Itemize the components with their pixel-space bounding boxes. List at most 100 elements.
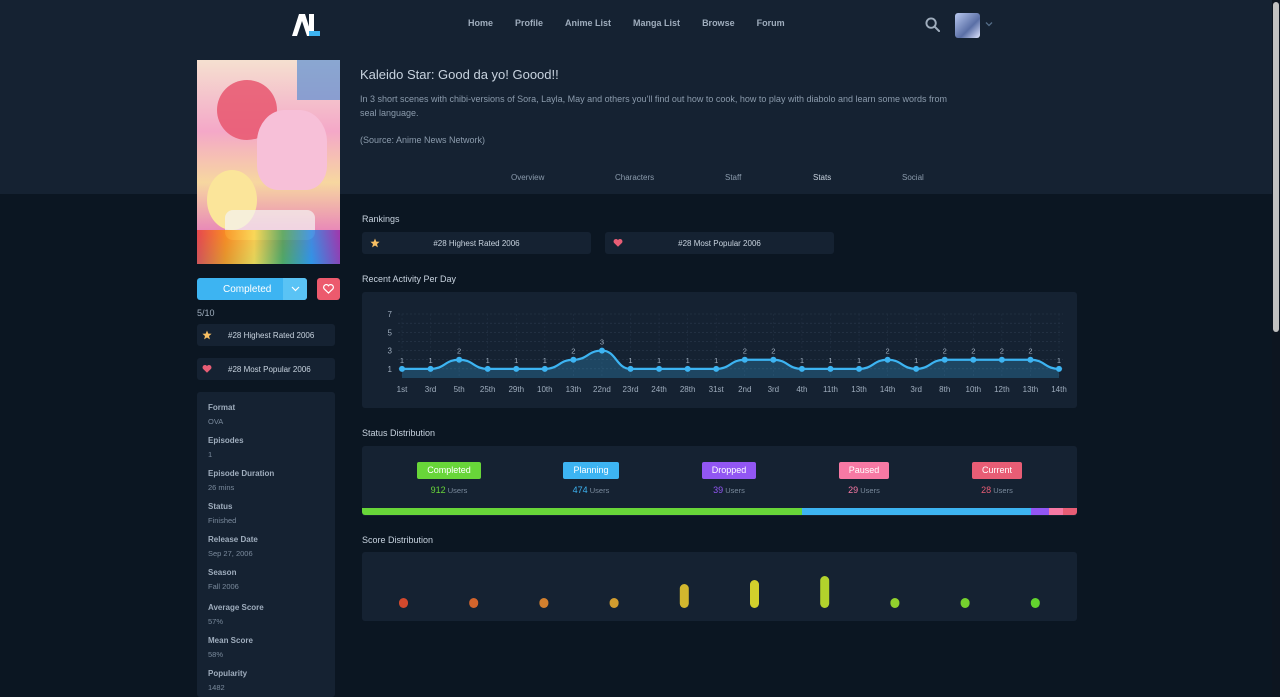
x-tick-label: 22nd — [593, 385, 611, 394]
x-tick-label: 14th — [1051, 385, 1067, 394]
activity-title: Recent Activity Per Day — [362, 274, 457, 284]
rankings-title: Rankings — [362, 214, 400, 224]
score-bar — [609, 598, 619, 608]
media-tabs: Overview Characters Staff Stats Social — [360, 173, 1076, 185]
ranking-popular-card[interactable]: #28 Most Popular 2006 — [605, 232, 834, 254]
y-tick-label: 3 — [388, 347, 393, 356]
activity-value-label: 2 — [457, 347, 461, 356]
ranking-text: #28 Most Popular 2006 — [678, 239, 761, 248]
x-tick-label: 11th — [823, 385, 838, 394]
activity-value-label: 2 — [743, 347, 747, 356]
activity-value-label: 1 — [828, 356, 832, 365]
media-title: Kaleido Star: Good da yo! Goood!! — [360, 67, 559, 82]
x-tick-label: 3rd — [910, 385, 922, 394]
score-chart — [399, 576, 1040, 608]
status-count: 29 Users — [814, 485, 914, 495]
status-distribution-panel: Completed 912 Users Planning 474 Users Dropp… — [362, 446, 1077, 516]
activity-value-label: 1 — [486, 356, 490, 365]
activity-value-label: 1 — [514, 356, 518, 365]
nav-anime-list[interactable]: Anime List — [565, 18, 611, 28]
scrollbar-thumb[interactable] — [1273, 2, 1279, 332]
activity-value-label: 1 — [543, 356, 547, 365]
nav-home[interactable]: Home — [468, 18, 493, 28]
heart-icon — [202, 364, 212, 373]
activity-value-label: 1 — [400, 356, 404, 365]
score-bar — [890, 598, 900, 608]
status-count: 39 Users — [679, 485, 779, 495]
activity-point — [998, 356, 1005, 363]
x-tick-label: 31st — [709, 385, 725, 394]
y-tick-label: 1 — [388, 365, 393, 374]
score-title: Score Distribution — [362, 535, 434, 545]
score-distribution-panel — [362, 552, 1077, 621]
status-item-completed: Completed 912 Users — [399, 460, 499, 495]
x-tick-label: 24th — [651, 385, 667, 394]
nav-forum[interactable]: Forum — [757, 18, 785, 28]
activity-value-label: 2 — [886, 347, 890, 356]
score-bar — [539, 598, 549, 608]
x-tick-label: 4th — [796, 385, 807, 394]
activity-value-label: 1 — [1057, 356, 1061, 365]
status-item-paused: Paused 29 Users — [814, 460, 914, 495]
activity-point — [884, 356, 891, 363]
distribution-segment — [802, 508, 1031, 515]
status-count-unit: Users — [991, 486, 1013, 495]
status-label: Dropped — [701, 462, 757, 479]
ranking-text: #28 Highest Rated 2006 — [228, 330, 315, 340]
activity-value-label: 1 — [628, 356, 632, 365]
search-icon[interactable] — [925, 17, 940, 32]
chevron-down-icon[interactable] — [985, 20, 993, 28]
status-count: 912 Users — [399, 485, 499, 495]
tab-characters[interactable]: Characters — [615, 173, 654, 182]
sidebar-ranking-popular[interactable]: #28 Most Popular 2006 — [197, 358, 335, 380]
activity-value-label: 1 — [914, 356, 918, 365]
anilist-logo[interactable] — [292, 14, 320, 36]
nav-browse[interactable]: Browse — [702, 18, 735, 28]
activity-value-label: 2 — [971, 347, 975, 356]
chevron-down-icon — [291, 286, 299, 292]
tab-staff[interactable]: Staff — [725, 173, 741, 182]
info-episodes: Episodes 1 — [208, 436, 244, 459]
favourite-button[interactable] — [317, 278, 340, 300]
status-item-planning: Planning 474 Users — [541, 460, 641, 495]
x-tick-label: 23rd — [623, 385, 639, 394]
tab-overview[interactable]: Overview — [511, 173, 544, 182]
sidebar-ranking-rated[interactable]: #28 Highest Rated 2006 — [197, 324, 335, 346]
activity-point — [627, 365, 634, 372]
tab-social[interactable]: Social — [902, 173, 924, 182]
distribution-segment — [1030, 508, 1050, 515]
x-tick-label: 28th — [680, 385, 696, 394]
info-mean-score: Mean Score 58% — [208, 636, 253, 659]
tab-stats[interactable]: Stats — [813, 173, 831, 182]
activity-point — [941, 356, 948, 363]
media-info-panel: Format OVA Episodes 1 Episode Duration 26 m… — [197, 392, 335, 697]
score-bar — [820, 576, 830, 608]
ranking-rated-card[interactable]: #28 Highest Rated 2006 — [362, 232, 591, 254]
status-dropdown-button[interactable] — [283, 278, 307, 300]
activity-value-label: 1 — [714, 356, 718, 365]
y-tick-label: 7 — [388, 310, 393, 319]
activity-point — [713, 365, 720, 372]
activity-chart-panel: 1 3 5 7 1 1st 1 3rd 2 5th 1 25th 1 29th 1 10th 2 13th 3 22n… — [362, 292, 1077, 408]
x-tick-label: 13th — [851, 385, 867, 394]
status-item-current: Current 28 Users — [947, 460, 1047, 495]
status-count-unit: Users — [858, 486, 880, 495]
activity-point — [970, 356, 977, 363]
activity-value-label: 2 — [571, 347, 575, 356]
avatar[interactable] — [955, 13, 980, 38]
ranking-text: #28 Highest Rated 2006 — [433, 239, 520, 248]
x-tick-label: 25th — [480, 385, 496, 394]
status-count-unit: Users — [723, 486, 745, 495]
x-tick-label: 12th — [994, 385, 1010, 394]
nav-profile[interactable]: Profile — [515, 18, 543, 28]
distribution-segment — [362, 508, 802, 515]
x-tick-label: 2nd — [738, 385, 751, 394]
activity-value-label: 2 — [1028, 347, 1032, 356]
info-season[interactable]: Season Fall 2006 — [208, 568, 239, 591]
activity-value-label: 1 — [857, 356, 861, 365]
x-tick-label: 8th — [939, 385, 950, 394]
distribution-segment — [1049, 508, 1064, 515]
nav-manga-list[interactable]: Manga List — [633, 18, 680, 28]
status-title: Status Distribution — [362, 428, 436, 438]
status-distribution-bar — [362, 508, 1077, 515]
